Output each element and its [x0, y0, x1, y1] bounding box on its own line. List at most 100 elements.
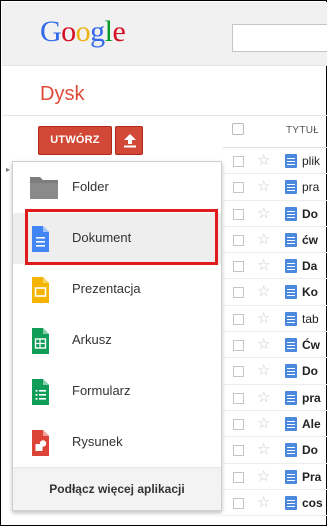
row-checkbox[interactable] — [233, 234, 244, 246]
table-row[interactable]: ☆ Ale — [223, 411, 327, 438]
star-icon[interactable]: ☆ — [257, 389, 270, 407]
menu-item-folder[interactable]: Folder — [13, 162, 221, 213]
star-icon[interactable]: ☆ — [257, 152, 270, 170]
star-icon[interactable]: ☆ — [257, 494, 270, 512]
upload-button[interactable] — [115, 126, 143, 155]
file-name[interactable]: Do — [302, 364, 318, 378]
row-checkbox[interactable] — [233, 340, 244, 352]
row-checkbox[interactable] — [233, 208, 244, 220]
column-header-title[interactable]: TYTUŁ — [286, 125, 319, 136]
table-row[interactable]: ☆ pra — [223, 174, 327, 201]
table-row[interactable]: ☆ tab — [223, 306, 327, 333]
row-checkbox[interactable] — [233, 445, 244, 457]
divider — [2, 115, 327, 116]
spreadsheet-icon — [32, 328, 49, 354]
document-icon — [285, 285, 297, 300]
file-name[interactable]: tab — [302, 312, 319, 326]
file-list: ☆ plik ☆ pra ☆ Do ☆ ćw ☆ Da ☆ Ko ☆ tab ☆ Ćw ☆ Do … — [223, 148, 327, 517]
search-input[interactable] — [232, 24, 327, 52]
row-checkbox[interactable] — [233, 392, 244, 404]
row-checkbox[interactable] — [233, 156, 244, 167]
row-checkbox[interactable] — [233, 261, 244, 273]
row-checkbox[interactable] — [233, 366, 244, 378]
table-row[interactable]: ☆ Pra — [223, 464, 327, 490]
file-name[interactable]: cos — [302, 496, 323, 510]
top-header: Google — [2, 2, 327, 66]
table-row[interactable]: ☆ pra — [223, 385, 327, 411]
star-icon[interactable]: ☆ — [257, 468, 270, 486]
row-checkbox[interactable] — [233, 497, 244, 509]
file-name[interactable]: Do — [302, 443, 318, 457]
table-row[interactable]: ☆ Do — [223, 201, 327, 227]
logo-letter: G — [40, 15, 62, 48]
star-icon[interactable]: ☆ — [257, 336, 270, 354]
file-name[interactable]: Da — [302, 259, 317, 273]
drawing-icon — [32, 430, 49, 456]
window: Google Dysk UTWÓRZ TYTUŁ ▸ ☆ plik ☆ pra ☆ D… — [0, 0, 327, 526]
create-button[interactable]: UTWÓRZ — [38, 126, 112, 155]
document-icon — [285, 259, 297, 274]
menu-item-presentation[interactable]: Prezentacja — [13, 264, 221, 315]
table-row[interactable]: ☆ Ćw — [223, 332, 327, 359]
menu-item-drawing[interactable]: Rysunek — [13, 417, 221, 468]
menu-item-form[interactable]: Formularz — [13, 366, 221, 417]
table-row[interactable]: ☆ Da — [223, 253, 327, 280]
highlight-box — [25, 209, 218, 265]
file-name[interactable]: Pra — [302, 470, 321, 484]
file-name[interactable]: Ko — [302, 285, 318, 299]
row-checkbox[interactable] — [233, 182, 244, 194]
file-name[interactable]: Ćw — [302, 338, 320, 352]
document-icon — [285, 364, 297, 379]
file-name[interactable]: Do — [302, 207, 318, 221]
star-icon[interactable]: ☆ — [257, 257, 270, 275]
logo-letter: e — [112, 15, 126, 48]
star-icon[interactable]: ☆ — [257, 178, 270, 196]
document-icon — [285, 416, 297, 431]
document-icon — [285, 154, 297, 168]
connect-more-apps-button[interactable]: Podłącz więcej aplikacji — [13, 468, 221, 510]
file-name[interactable]: pra — [302, 180, 319, 194]
document-icon — [285, 232, 297, 247]
logo-letter: o — [75, 15, 91, 48]
document-icon — [285, 495, 297, 510]
file-name[interactable]: Ale — [302, 417, 321, 431]
star-icon[interactable]: ☆ — [257, 310, 270, 328]
star-icon[interactable]: ☆ — [257, 205, 270, 223]
document-icon — [285, 443, 297, 458]
row-checkbox[interactable] — [233, 313, 244, 325]
star-icon[interactable]: ☆ — [257, 415, 270, 433]
file-name[interactable]: plik — [302, 154, 320, 168]
tree-expand-arrow-icon[interactable]: ▸ — [6, 165, 10, 174]
menu-item-label: Rysunek — [72, 434, 123, 449]
app-title[interactable]: Dysk — [40, 83, 84, 106]
upload-arrow-icon — [124, 134, 136, 148]
menu-item-spreadsheet[interactable]: Arkusz — [13, 315, 221, 366]
row-checkbox[interactable] — [233, 418, 244, 430]
star-icon[interactable]: ☆ — [257, 283, 270, 301]
table-row[interactable]: ☆ plik — [223, 148, 327, 175]
table-row[interactable]: ☆ Do — [223, 437, 327, 464]
row-checkbox[interactable] — [233, 471, 244, 483]
logo-letter: o — [61, 15, 76, 48]
logo-letter: g — [90, 15, 105, 48]
file-name[interactable]: pra — [302, 391, 321, 405]
presentation-icon — [32, 277, 49, 303]
form-icon — [32, 379, 49, 405]
document-icon — [285, 206, 297, 221]
folder-icon — [30, 177, 58, 199]
table-row[interactable]: ☆ Do — [223, 358, 327, 385]
star-icon[interactable]: ☆ — [257, 231, 270, 249]
menu-item-label: Arkusz — [72, 332, 112, 347]
table-row[interactable]: ☆ Ko — [223, 279, 327, 306]
table-row[interactable]: ☆ ćw — [223, 227, 327, 254]
star-icon[interactable]: ☆ — [257, 362, 270, 380]
menu-item-label: Formularz — [72, 383, 131, 398]
select-all-checkbox[interactable] — [232, 123, 244, 135]
table-row[interactable]: ☆ cos — [223, 490, 327, 517]
logo-letter: l — [104, 15, 113, 48]
row-checkbox[interactable] — [233, 287, 244, 299]
document-icon — [285, 390, 297, 405]
google-logo[interactable]: Google — [40, 15, 126, 49]
star-icon[interactable]: ☆ — [257, 441, 270, 459]
file-name[interactable]: ćw — [302, 233, 318, 247]
